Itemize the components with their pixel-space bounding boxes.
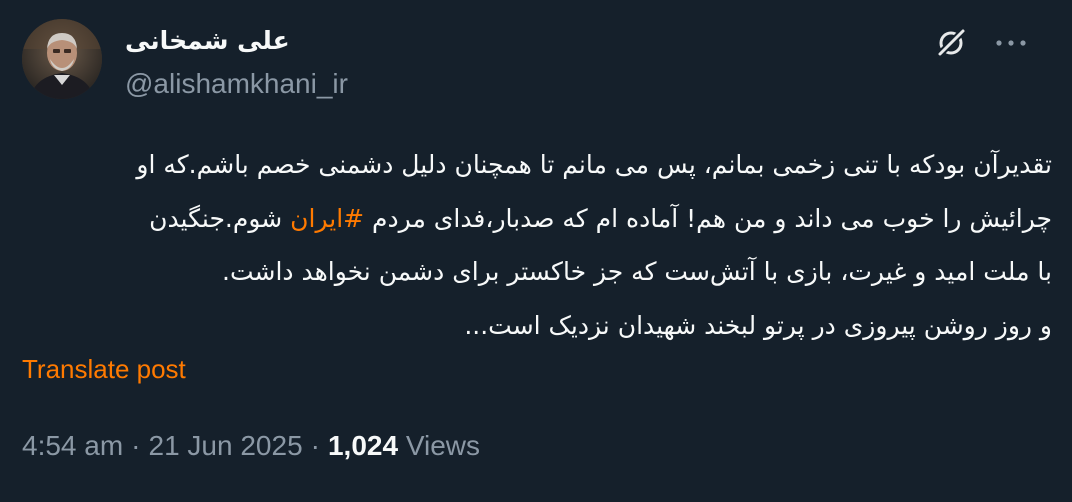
hashtag-link[interactable]: #ایران xyxy=(290,204,364,233)
user-handle[interactable]: @alishamkhani_ir xyxy=(125,66,348,102)
post-text-line: تقدیرآن بودکه با تنی زخمی بمانم، پس می م… xyxy=(136,150,1052,179)
post-text-segment: چرائیش را خوب می داند و من هم! آماده ام … xyxy=(364,203,1052,233)
post-text-line: چرائیش را خوب می داند و من هم! آماده ام … xyxy=(22,192,1052,246)
post-date[interactable]: 21 Jun 2025 xyxy=(149,430,303,461)
avatar[interactable] xyxy=(22,19,102,99)
meta-separator: · xyxy=(131,430,141,461)
views-label: Views xyxy=(405,430,481,461)
post-text-line: و روز روشن پیروزی در پرتو لبخند شهیدان ن… xyxy=(464,310,1052,340)
translate-post-link[interactable]: Translate post xyxy=(22,352,186,386)
post-meta: 4:54 am · 21 Jun 2025 · 1,024 Views xyxy=(22,428,480,464)
avatar-photo-icon xyxy=(22,19,102,99)
post-card: علی شمخانی @alishamkhani_ir تقدیرآن بودک… xyxy=(0,0,1072,502)
post-text: تقدیرآن بودکه با تنی زخمی بمانم، پس می م… xyxy=(22,138,1052,352)
post-text-segment: شوم.جنگیدن xyxy=(149,203,291,233)
grok-icon[interactable] xyxy=(934,26,968,60)
post-time[interactable]: 4:54 am xyxy=(22,430,123,461)
display-name[interactable]: علی شمخانی xyxy=(125,24,290,58)
meta-separator: · xyxy=(310,430,320,461)
views-count[interactable]: 1,024 xyxy=(328,430,398,461)
post-text-line: با ملت امید و غیرت، بازی با آتش‌ست که جز… xyxy=(222,257,1052,286)
more-options-icon[interactable] xyxy=(991,26,1031,60)
